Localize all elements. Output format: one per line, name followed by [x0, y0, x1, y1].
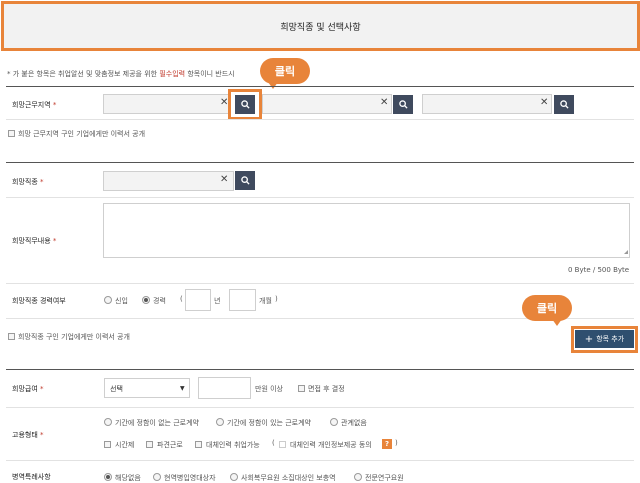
paren: ( [180, 295, 183, 303]
military-label: 병역특례사항 [12, 473, 51, 481]
region-private-label: 희망 근무지역 구인 기업에게만 이력서 공개 [18, 130, 146, 138]
career-new-label: 신입 [115, 297, 128, 305]
callout-label: 클릭 [274, 65, 296, 78]
substitute-label: 대체인력 취업가능 [206, 441, 260, 449]
duty-textarea[interactable] [103, 203, 630, 258]
employment-radio-label: 기간에 정함이 있는 근로계약 [227, 419, 311, 427]
search-button[interactable] [235, 95, 255, 114]
parttime-checkbox[interactable] [104, 441, 111, 448]
close-icon[interactable]: ✕ [380, 98, 388, 108]
months-unit: 개월 [259, 297, 272, 305]
divider [6, 197, 634, 198]
salary-unit: 만원 이상 [255, 385, 283, 393]
required-star: * [40, 178, 44, 186]
military-option-label: 사회복무요원 소집대상인 보충역 [241, 474, 336, 482]
required-star: * [52, 237, 57, 245]
region-input-2[interactable] [262, 94, 392, 114]
notice-text-end: 항목이니 반드시 [185, 70, 235, 78]
divider [6, 407, 634, 408]
agree-label: 대체인력 개인정보제공 동의 [290, 441, 372, 449]
paren: ) [395, 439, 398, 447]
military-option-label: 전문연구요원 [365, 474, 404, 482]
search-icon [240, 176, 250, 185]
add-item-button[interactable]: + 항목 추가 [575, 330, 634, 348]
job-label: 희망직종 * [12, 177, 44, 187]
employment-radio-3[interactable] [330, 418, 338, 426]
substitute-checkbox[interactable] [195, 441, 202, 448]
dispatch-label: 파견근로 [157, 441, 183, 449]
paren: ) [275, 295, 278, 303]
callout-tail [552, 319, 562, 326]
employment-radio-label: 기간에 정함이 없는 근로계약 [115, 419, 199, 427]
byte-counter: 0 Byte / 500 Byte [568, 266, 630, 274]
add-item-label: 항목 추가 [596, 335, 625, 343]
agree-checkbox[interactable] [279, 441, 286, 448]
region-label: 희망근무지역 * [12, 100, 56, 110]
employment-label: 고용형태 * [12, 430, 44, 440]
click-callout-bottom: 클릭 [522, 295, 572, 321]
search-button[interactable] [554, 95, 574, 114]
notice-highlight: 필수입력 [159, 70, 186, 78]
career-years-input[interactable] [185, 289, 211, 311]
divider [6, 369, 634, 370]
notice-text: * 가 붙은 항목은 취업알선 및 맞춤정보 제공을 위한 [7, 70, 160, 78]
divider [6, 162, 634, 163]
employment-label-text: 고용형태 [12, 431, 38, 439]
employment-radio-1[interactable] [104, 418, 112, 426]
region-label-text: 희망근무지역 [12, 101, 51, 109]
job-private-checkbox[interactable] [8, 333, 15, 340]
divider [6, 460, 634, 461]
salary-label: 희망급여 * [12, 384, 44, 394]
salary-label-text: 희망급여 [12, 385, 38, 393]
required-star: * [40, 385, 44, 393]
chevron-down-icon: ▼ [180, 385, 185, 392]
military-option-label: 해당없음 [115, 474, 141, 482]
section-title: 희망직종 및 선택사항 [280, 22, 361, 33]
duty-label: 희망직무내용 * [12, 236, 56, 246]
negotiable-label: 면접 후 결정 [308, 385, 345, 393]
close-icon[interactable]: ✕ [540, 98, 548, 108]
search-icon [240, 100, 250, 109]
negotiable-checkbox[interactable] [298, 385, 305, 392]
info-icon[interactable]: ? [382, 439, 392, 449]
search-button[interactable] [393, 95, 413, 114]
click-callout-top: 클릭 [260, 58, 310, 84]
career-label: 희망직종 경력여부 [12, 297, 66, 305]
paren: ( [272, 439, 275, 447]
job-label-text: 희망직종 [12, 178, 38, 186]
callout-label: 클릭 [536, 302, 558, 315]
divider [6, 119, 634, 120]
employment-radio-2[interactable] [216, 418, 224, 426]
required-star: * [40, 431, 44, 439]
parttime-label: 시간제 [115, 441, 135, 449]
divider [6, 86, 634, 87]
career-months-input[interactable] [229, 289, 256, 311]
search-icon [398, 100, 408, 109]
search-icon [559, 100, 569, 109]
region-private-checkbox[interactable] [8, 130, 15, 137]
plus-icon: + [584, 333, 594, 345]
resize-handle[interactable] [624, 250, 628, 254]
career-exp-radio[interactable] [142, 296, 150, 304]
job-input[interactable] [103, 171, 234, 191]
salary-select-value: 선택 [110, 385, 123, 393]
military-option-label: 현역병입영대상자 [164, 474, 216, 482]
divider [6, 283, 634, 284]
salary-amount-input[interactable] [198, 377, 251, 399]
required-star: * [52, 101, 57, 109]
section-header: 희망직종 및 선택사항 [1, 1, 640, 51]
employment-radio-label: 관계없음 [341, 419, 367, 427]
required-notice: * 가 붙은 항목은 취업알선 및 맞춤정보 제공을 위한 필수입력 항목이니 … [7, 69, 235, 79]
job-private-label: 희망직종 구인 기업에게만 이력서 공개 [18, 333, 130, 341]
years-unit: 년 [214, 297, 221, 305]
region-input-3[interactable] [422, 94, 552, 114]
search-button[interactable] [235, 171, 255, 190]
career-new-radio[interactable] [104, 296, 112, 304]
close-icon[interactable]: ✕ [220, 175, 228, 185]
region-input-1[interactable] [103, 94, 231, 114]
duty-label-text: 희망직무내용 [12, 237, 51, 245]
dispatch-checkbox[interactable] [146, 441, 153, 448]
info-icon-text: ? [384, 440, 390, 448]
career-exp-label: 경력 [153, 297, 166, 305]
